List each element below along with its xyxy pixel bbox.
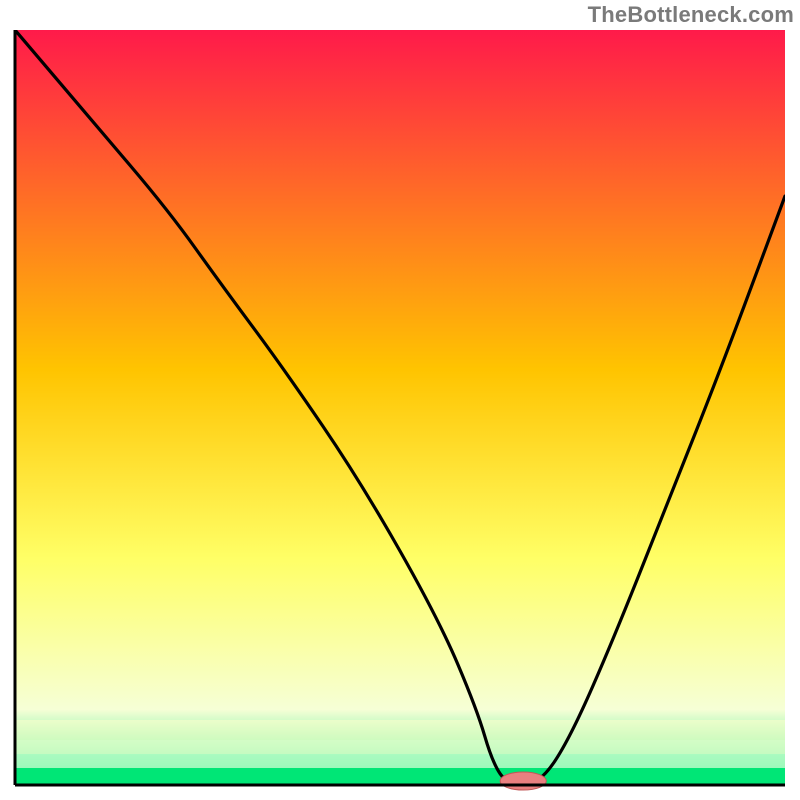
chart-container: TheBottleneck.com: [0, 0, 800, 800]
plot-background: [15, 30, 785, 785]
watermark-text: TheBottleneck.com: [588, 2, 794, 28]
trough-marker: [500, 772, 546, 790]
bottom-banding: [15, 720, 785, 785]
bottleneck-chart: [0, 0, 800, 800]
